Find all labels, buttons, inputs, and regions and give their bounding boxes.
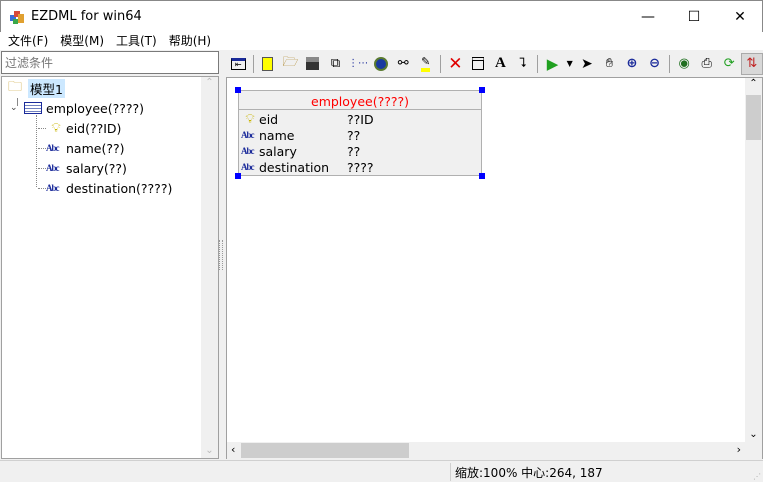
tree-vertical-scrollbar[interactable]: ⌃ ⌄ xyxy=(201,77,218,458)
tree-node-table[interactable]: ⌄ employee(????) xyxy=(10,98,144,118)
resize-handle[interactable] xyxy=(479,173,485,179)
tree-node-field[interactable]: Abc name(??) xyxy=(38,138,124,158)
entity-field[interactable]: Abc name?? xyxy=(241,127,360,143)
text-icon[interactable]: A xyxy=(489,53,512,75)
new-icon[interactable] xyxy=(257,53,280,75)
scroll-up-icon[interactable]: ⌃ xyxy=(745,78,762,89)
scroll-left-icon[interactable]: ‹ xyxy=(231,443,235,456)
pointer-icon[interactable]: ➤ xyxy=(576,53,599,75)
vertical-scroll-thumb[interactable] xyxy=(746,95,761,140)
menu-bar: 文件(F) 模型(M) 工具(T) 帮助(H) xyxy=(0,32,763,50)
link-icon[interactable]: ⮧ xyxy=(512,53,535,75)
entity-field[interactable]: 💡︎ eid ??ID xyxy=(241,111,373,127)
run-icon[interactable]: ▶ xyxy=(541,53,564,75)
menu-model[interactable]: 模型(M) xyxy=(54,32,110,50)
zoom-in-icon[interactable]: ⊕ xyxy=(621,53,644,75)
open-icon[interactable]: 🗁 xyxy=(279,53,302,75)
text-field-icon: Abc xyxy=(46,163,60,173)
find-icon[interactable]: ⚯ xyxy=(392,53,415,75)
text-field-icon: Abc xyxy=(46,143,60,153)
text-field-icon: Abc xyxy=(241,146,255,156)
tree-node-model[interactable]: 🗀 模型1 xyxy=(8,78,65,98)
window-title: EZDML for win64 xyxy=(31,9,142,24)
size-grip[interactable]: ⋰ xyxy=(753,472,761,481)
resize-handle[interactable] xyxy=(235,173,241,179)
layout-icon[interactable]: ⋮⋯ xyxy=(347,53,370,75)
copy-icon[interactable]: ⧉ xyxy=(324,53,347,75)
zoom-out-icon[interactable]: ⊖ xyxy=(643,53,666,75)
tree-node-field[interactable]: 💡︎ eid(??ID) xyxy=(38,118,121,138)
entity-field[interactable]: Abc salary?? xyxy=(241,143,360,159)
dropdown-icon[interactable]: ▼ xyxy=(564,53,576,75)
entity-field[interactable]: Abc destination???? xyxy=(241,159,374,175)
scroll-corner xyxy=(745,442,762,459)
view-icon[interactable]: ◉ xyxy=(673,53,696,75)
app-icon xyxy=(9,9,25,25)
canvas-vertical-scrollbar[interactable]: ⌃ ⌄ xyxy=(745,78,762,442)
table-icon xyxy=(24,102,42,114)
text-field-icon: Abc xyxy=(241,130,255,140)
filter-input[interactable] xyxy=(1,51,219,74)
close-button[interactable]: ✕ xyxy=(717,1,763,32)
primary-key-icon: 💡︎ xyxy=(245,111,255,127)
scroll-right-icon[interactable]: › xyxy=(737,443,741,456)
table-icon[interactable] xyxy=(467,53,490,75)
tree-line xyxy=(36,115,37,187)
menu-tools[interactable]: 工具(T) xyxy=(110,32,163,50)
maximize-button[interactable]: ☐ xyxy=(671,1,717,32)
refresh-icon[interactable]: ⟳ xyxy=(718,53,741,75)
status-divider xyxy=(450,463,451,481)
minimize-button[interactable]: — xyxy=(625,1,671,32)
tree-node-field[interactable]: Abc destination(????) xyxy=(38,178,172,198)
status-bar: 缩放:100% 中心:264, 187 ⋰ xyxy=(0,460,763,482)
save-icon[interactable] xyxy=(302,53,325,75)
primary-key-icon: 💡︎ xyxy=(51,120,61,136)
model-tree[interactable]: 🗀 模型1 ⌄ employee(????) 💡︎ eid(??ID) Abc na… xyxy=(1,76,219,459)
menu-help[interactable]: 帮助(H) xyxy=(163,32,217,50)
scroll-down-icon[interactable]: ⌄ xyxy=(201,445,218,456)
entity-divider xyxy=(239,109,481,110)
text-field-icon: Abc xyxy=(46,183,60,193)
expand-chevron-icon[interactable]: ⌄ xyxy=(10,103,24,113)
title-bar: EZDML for win64 — ☐ ✕ xyxy=(0,0,763,32)
canvas-horizontal-scrollbar[interactable]: ‹ › xyxy=(227,442,745,459)
highlight-icon[interactable]: ✎ xyxy=(414,53,437,75)
model-folder-icon: 🗀 xyxy=(8,79,22,95)
splitter-handle[interactable] xyxy=(219,240,223,270)
horizontal-scroll-thumb[interactable] xyxy=(241,443,409,458)
entity-title: employee(????) xyxy=(311,94,409,109)
entity-employee[interactable]: employee(????) 💡︎ eid ??ID Abc name?? Abc sa… xyxy=(238,90,482,176)
scroll-up-icon[interactable]: ⌃ xyxy=(201,77,218,88)
hand-icon[interactable]: ✋︎ xyxy=(598,53,621,75)
toolbar: ⇤ 🗁 ⧉ ⋮⋯ ⚯ ✎ ✕ A ⮧ ▶ ▼ ➤ ✋︎ ⊕ ⊖ ◉ ⎙ ⟳ ⇅ xyxy=(224,51,763,76)
tree-node-field[interactable]: Abc salary(??) xyxy=(38,158,127,178)
collapse-panel-icon[interactable]: ⇤ xyxy=(227,53,250,75)
resize-handle[interactable] xyxy=(479,87,485,93)
print-icon[interactable]: ⎙ xyxy=(695,53,718,75)
swap-icon[interactable]: ⇅ xyxy=(740,52,763,75)
globe-icon[interactable] xyxy=(369,53,392,75)
resize-handle[interactable] xyxy=(235,87,241,93)
text-field-icon: Abc xyxy=(241,162,255,172)
status-text: 缩放:100% 中心:264, 187 xyxy=(455,466,603,480)
menu-file[interactable]: 文件(F) xyxy=(2,32,54,50)
delete-icon[interactable]: ✕ xyxy=(444,53,467,75)
scroll-down-icon[interactable]: ⌄ xyxy=(745,429,762,440)
